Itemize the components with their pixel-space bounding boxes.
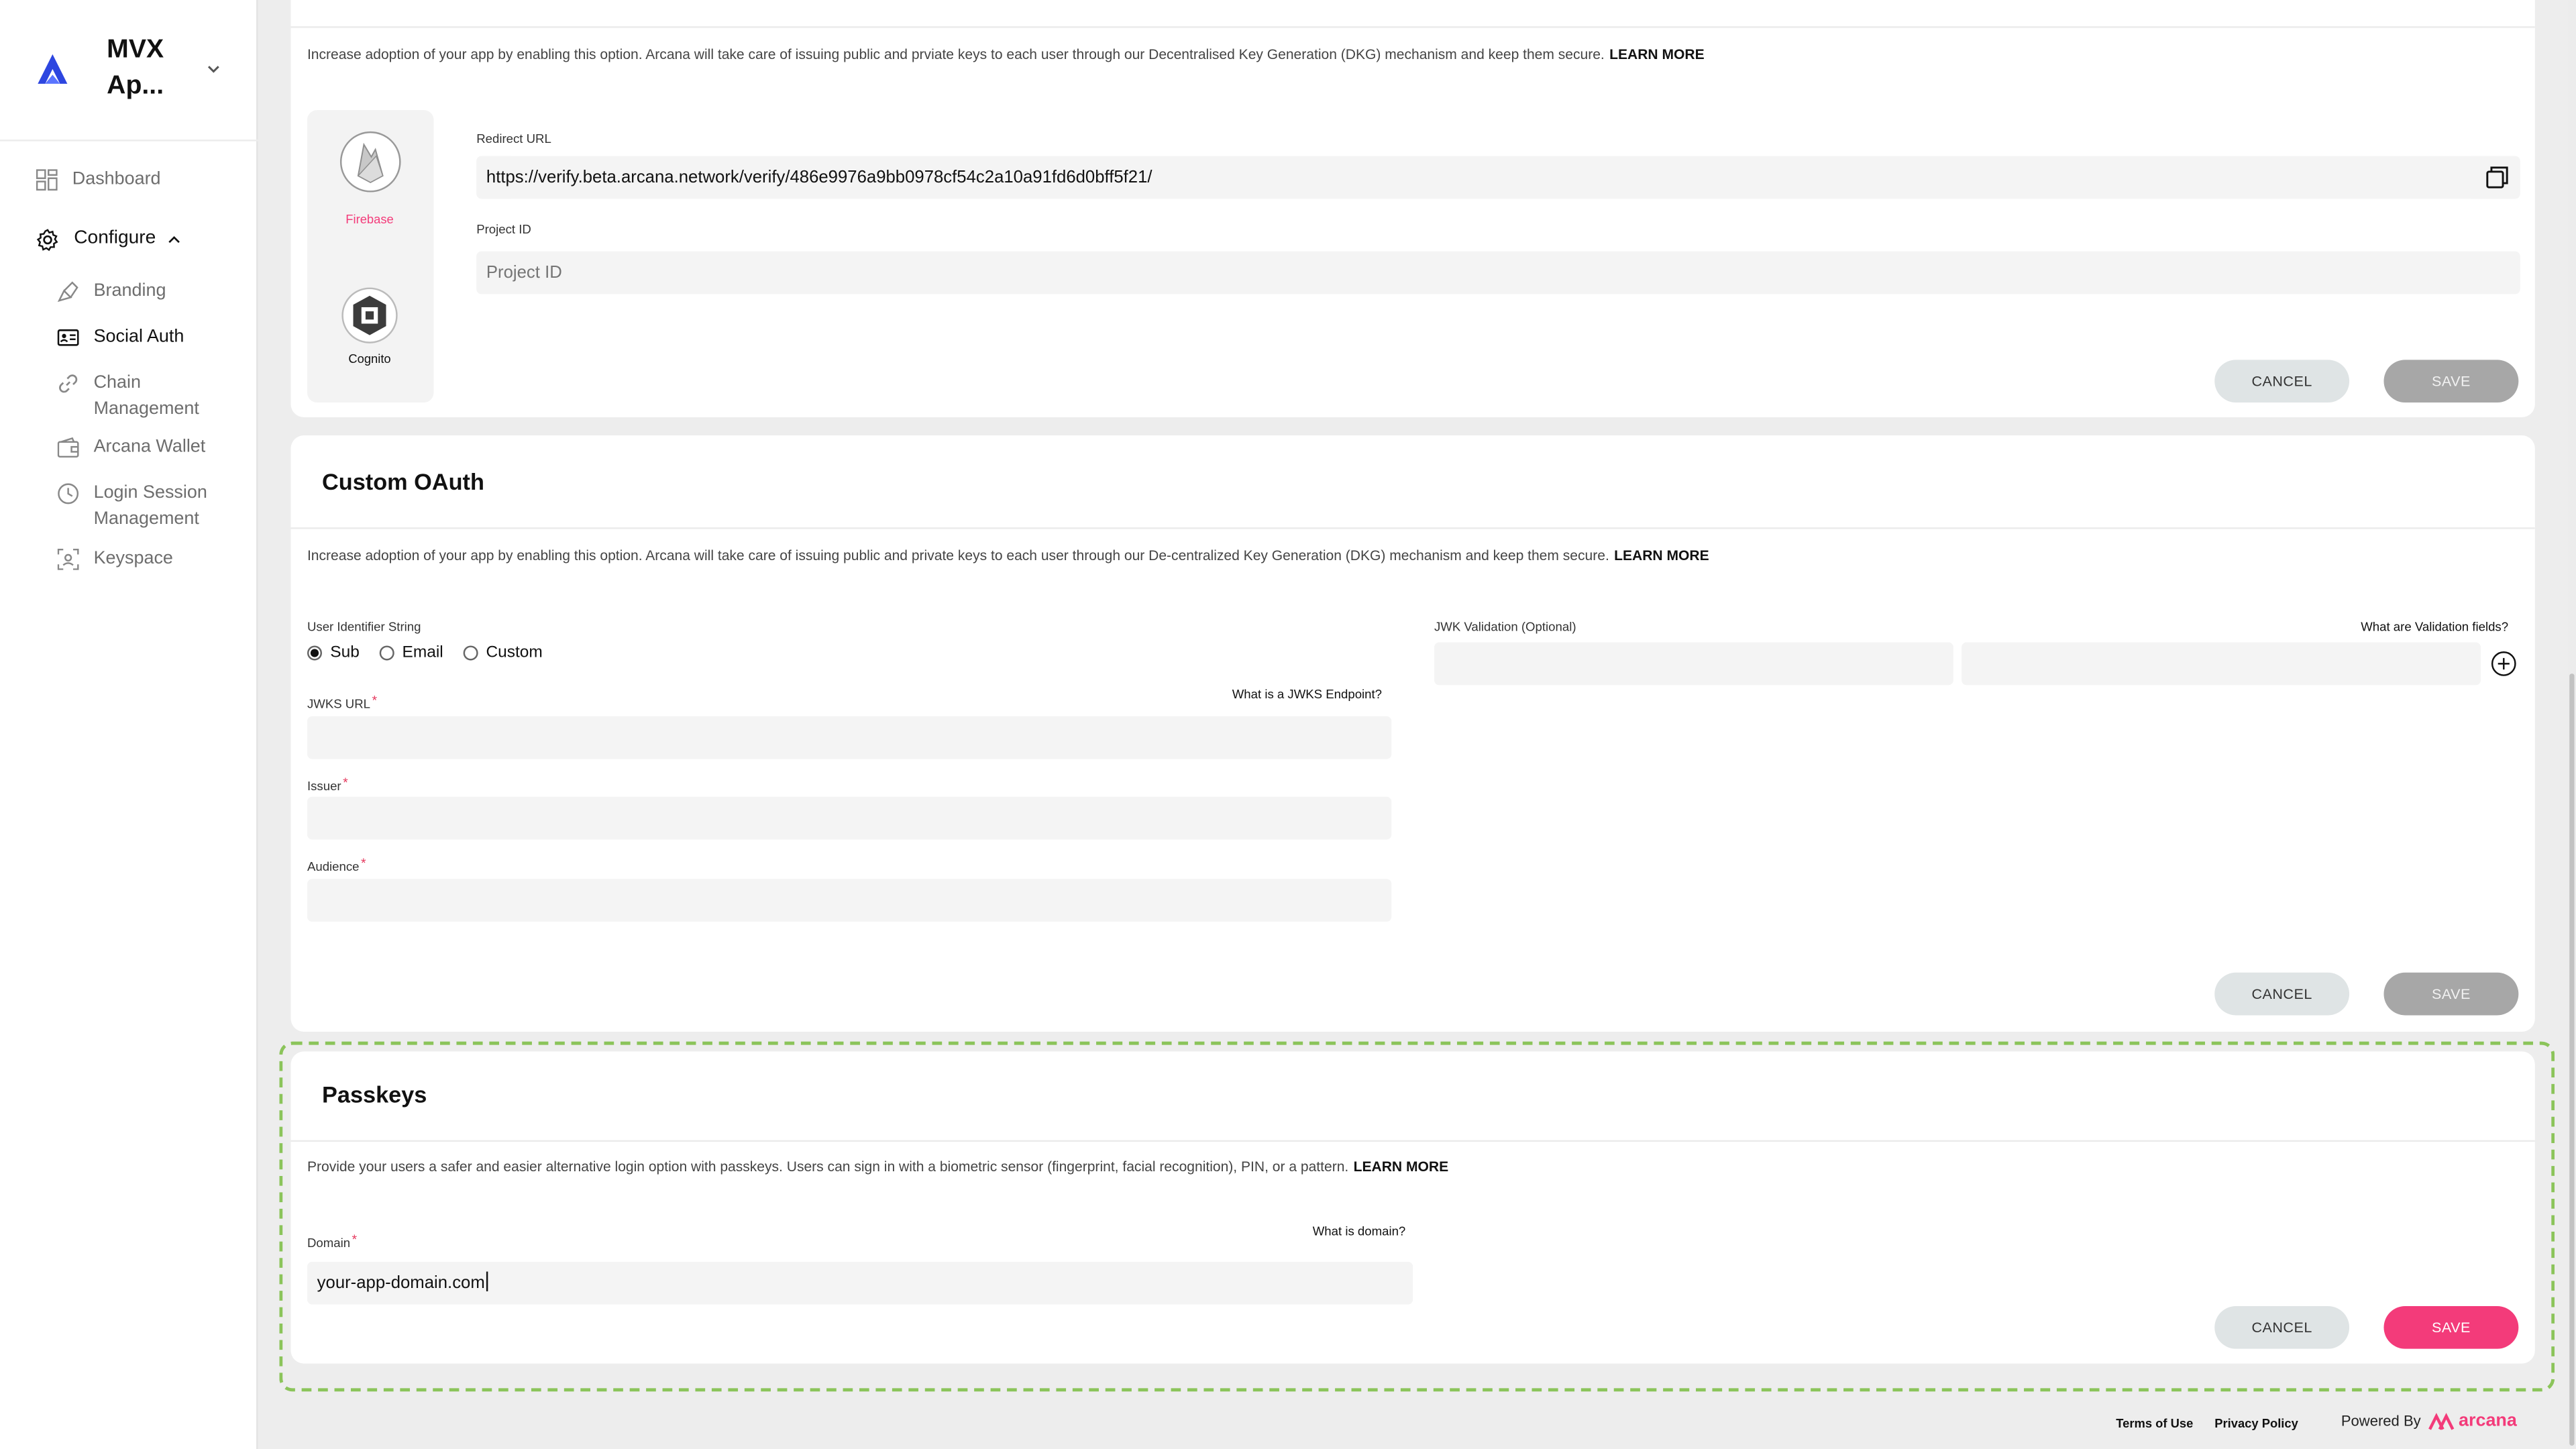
learn-more-link[interactable]: LEARN MORE (1354, 1159, 1449, 1175)
sidebar-item-login-session[interactable]: Login Session Management (58, 482, 222, 533)
sidebar: MVX Ap... Dashboard Configure Branding S… (0, 0, 258, 1449)
terms-link[interactable]: Terms of Use (2116, 1416, 2193, 1431)
project-id-label: Project ID (476, 221, 531, 237)
domain-label: Domain * (307, 1232, 358, 1250)
sidebar-item-label: Keyspace (93, 548, 173, 569)
link-icon (59, 374, 78, 393)
sidebar-item-label: Arcana Wallet (93, 437, 206, 457)
card-title: Custom OAuth (322, 468, 484, 495)
radio-button[interactable] (307, 645, 323, 661)
app-name: MVX Ap... (107, 36, 164, 101)
user-identifier-radio-group: Sub Email Custom (307, 644, 562, 662)
provider-card: Increase adoption of your app by enablin… (290, 0, 2535, 418)
card-description: Provide your users a safer and easier al… (307, 1158, 1449, 1175)
sidebar-item-label: Branding (93, 280, 166, 301)
arcana-brand[interactable]: arcana (2427, 1411, 2517, 1431)
redirect-url-label: Redirect URL (476, 131, 551, 146)
wallet-icon (57, 437, 79, 458)
app-root: MVX Ap... Dashboard Configure Branding S… (0, 0, 2576, 1449)
sidebar-item-label: Social Auth (93, 327, 184, 347)
sidebar-item-label: Login Session Management (93, 483, 207, 529)
jwks-url-label: JWKS URL * (307, 693, 378, 712)
card-divider (290, 1140, 2535, 1142)
validation-help-link[interactable]: What are Validation fields? (2361, 619, 2508, 634)
text-cursor (486, 1271, 488, 1291)
chevron-up-icon (168, 235, 180, 244)
main-content: Increase adoption of your app by enablin… (258, 0, 2576, 1449)
sidebar-item-keyspace[interactable]: Keyspace (57, 547, 173, 573)
arcana-footer-logo-icon (2427, 1411, 2454, 1430)
gear-icon (36, 229, 58, 252)
radio-sub[interactable]: Sub (307, 644, 360, 662)
scan-face-icon (57, 548, 79, 570)
cognito-icon (353, 295, 386, 335)
card-description: Increase adoption of your app by enablin… (307, 547, 1709, 564)
cancel-button[interactable]: CANCEL (2214, 972, 2350, 1016)
clock-icon (58, 483, 79, 504)
redirect-url-field[interactable]: https://verify.beta.arcana.network/verif… (476, 156, 2520, 199)
sidebar-item-label: Dashboard (72, 169, 161, 189)
issuer-input[interactable] (307, 796, 1392, 840)
card-title: Passkeys (322, 1081, 427, 1108)
sidebar-item-dashboard[interactable]: Dashboard (36, 168, 161, 193)
add-circle-icon[interactable] (2491, 651, 2517, 677)
firebase-option[interactable] (339, 131, 401, 193)
arcana-logo-icon (38, 54, 68, 84)
radio-button[interactable] (463, 645, 478, 661)
domain-help-link[interactable]: What is domain? (1313, 1224, 1406, 1239)
sidebar-item-arcana-wallet[interactable]: Arcana Wallet (57, 435, 206, 461)
copy-icon[interactable] (2485, 166, 2508, 189)
issuer-label: Issuer * (307, 775, 348, 794)
save-button[interactable]: SAVE (2383, 360, 2519, 403)
cancel-button[interactable]: CANCEL (2214, 1305, 2350, 1349)
sidebar-item-configure[interactable]: Configure (36, 227, 197, 252)
validation-key-input[interactable] (1434, 642, 1953, 686)
chevron-down-icon[interactable] (204, 59, 223, 78)
powered-by: Powered By arcana (2341, 1411, 2517, 1432)
radio-button[interactable] (379, 645, 394, 661)
id-card-icon (57, 329, 79, 346)
scrollbar-thumb[interactable] (2569, 674, 2575, 1446)
jwks-url-input[interactable] (307, 716, 1392, 759)
card-description: Increase adoption of your app by enablin… (307, 46, 1705, 63)
sidebar-item-branding[interactable]: Branding (57, 279, 166, 305)
validation-value-input[interactable] (1962, 642, 2481, 686)
card-divider (290, 26, 2535, 28)
user-identifier-label: User Identifier String (307, 619, 421, 635)
save-button[interactable]: SAVE (2383, 972, 2519, 1016)
radio-email[interactable]: Email (379, 644, 443, 662)
audience-input[interactable] (307, 879, 1392, 922)
firebase-icon (357, 142, 384, 183)
audience-label: Audience * (307, 855, 366, 874)
provider-label-cognito: Cognito (348, 352, 391, 367)
passkeys-card: Passkeys Provide your users a safer and … (290, 1051, 2535, 1364)
dashboard-icon (36, 169, 58, 191)
sidebar-item-chain-management[interactable]: Chain Management (58, 371, 222, 422)
paint-brush-icon (57, 281, 78, 303)
learn-more-link[interactable]: LEARN MORE (1614, 547, 1709, 564)
cancel-button[interactable]: CANCEL (2214, 360, 2350, 403)
sidebar-item-label: Configure (74, 228, 156, 248)
custom-oauth-card: Custom OAuth Increase adoption of your a… (290, 435, 2535, 1032)
app-switcher[interactable]: MVX Ap... (0, 0, 258, 142)
jwks-help-link[interactable]: What is a JWKS Endpoint? (1232, 687, 1382, 702)
provider-label-firebase: Firebase (345, 211, 394, 227)
sidebar-item-label: Chain Management (93, 372, 199, 419)
radio-custom[interactable]: Custom (463, 644, 543, 662)
save-button[interactable]: SAVE (2383, 1305, 2519, 1349)
card-divider (290, 527, 2535, 529)
sidebar-item-social-auth[interactable]: Social Auth (57, 325, 184, 351)
learn-more-link[interactable]: LEARN MORE (1609, 46, 1705, 62)
project-id-input[interactable] (476, 251, 2520, 294)
provider-list: Firebase Cognito (307, 110, 434, 403)
jwk-validation-label: JWK Validation (Optional) (1434, 619, 1576, 635)
privacy-link[interactable]: Privacy Policy (2214, 1416, 2298, 1431)
cognito-option[interactable] (341, 287, 398, 343)
domain-input[interactable]: your-app-domain.com (307, 1261, 1413, 1305)
